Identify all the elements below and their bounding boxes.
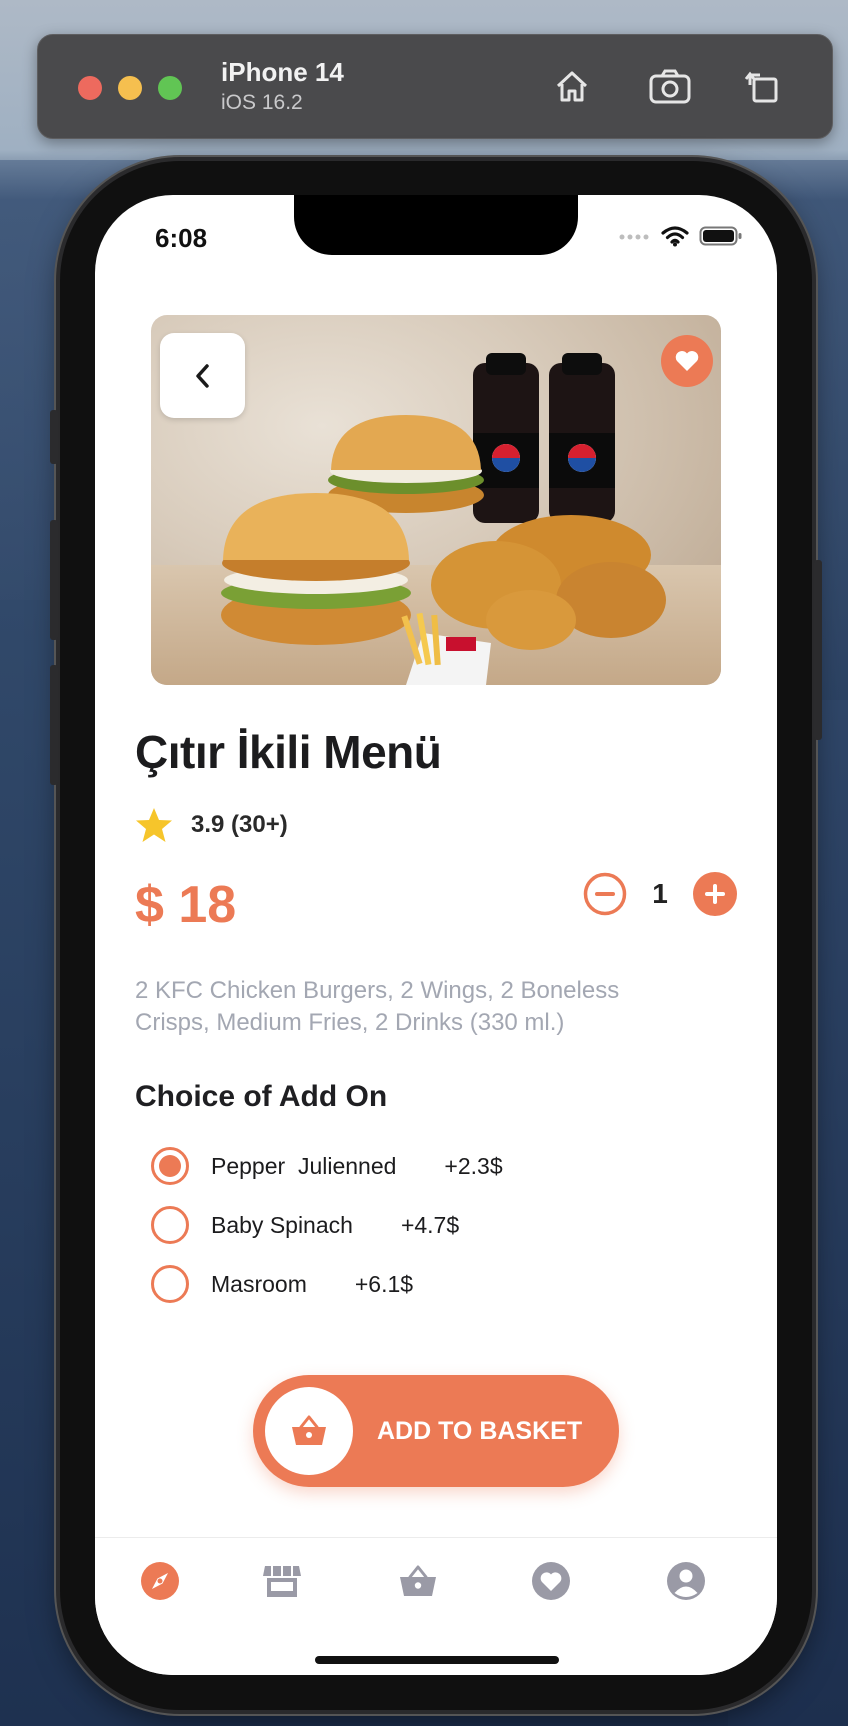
minimize-window-button[interactable] <box>118 76 142 100</box>
os-version: iOS 16.2 <box>221 91 303 114</box>
status-time: 6:08 <box>155 223 208 253</box>
addon-price: +4.7$ <box>400 1211 460 1238</box>
quantity-stepper: 1 <box>583 872 737 916</box>
close-window-button[interactable] <box>78 76 102 100</box>
addon-name: Pepper Julienned <box>211 1152 397 1179</box>
battery-icon <box>699 226 742 246</box>
addon-option[interactable]: Pepper Julienned +2.3$ <box>151 1147 503 1185</box>
screenshot-button[interactable] <box>646 63 694 111</box>
increase-quantity-button[interactable] <box>693 872 737 916</box>
screenshot-icon <box>649 69 691 104</box>
basket-icon-circle <box>265 1387 353 1475</box>
wifi-icon <box>661 226 689 247</box>
rotate-button[interactable] <box>738 63 786 111</box>
quantity-value: 1 <box>652 878 668 909</box>
radio-button-selected[interactable] <box>151 1147 189 1185</box>
home-icon <box>556 71 588 102</box>
store-icon <box>263 1566 301 1597</box>
profile-icon <box>667 1562 705 1600</box>
plus-circle-icon <box>693 872 737 916</box>
tab-bar <box>95 1537 777 1675</box>
basket-icon <box>292 1415 326 1445</box>
mute-switch <box>50 410 58 464</box>
status-icons <box>619 225 743 247</box>
home-indicator[interactable] <box>315 1656 559 1664</box>
volume-down-button <box>50 665 58 785</box>
addon-price: +6.1$ <box>354 1270 414 1297</box>
favorite-button[interactable] <box>661 335 713 387</box>
simulator-toolbar: iPhone 14 iOS 16.2 <box>37 34 833 139</box>
addon-name: Masroom <box>211 1270 307 1297</box>
home-button[interactable] <box>548 63 596 111</box>
heart-circle-icon <box>532 1562 570 1600</box>
addon-option[interactable]: Baby Spinach +4.7$ <box>151 1206 459 1244</box>
radio-dot <box>159 1155 181 1177</box>
product-title: Çıtır İkili Menü <box>135 726 442 778</box>
add-to-basket-button[interactable]: ADD TO BASKET <box>253 1375 619 1487</box>
volume-up-button <box>50 520 58 640</box>
tab-store[interactable] <box>261 1560 303 1602</box>
product-price: $ 18 <box>135 876 237 934</box>
device-name: iPhone 14 <box>221 57 344 87</box>
tab-basket[interactable] <box>397 1560 439 1602</box>
basket-icon <box>400 1565 436 1596</box>
chevron-left-icon <box>195 363 209 388</box>
product-image <box>151 315 721 685</box>
heart-icon <box>675 351 699 371</box>
addon-name: Baby Spinach <box>211 1211 353 1238</box>
radio-button[interactable] <box>151 1206 189 1244</box>
rotate-icon <box>744 71 778 103</box>
tab-favorites[interactable] <box>530 1560 572 1602</box>
tab-profile[interactable] <box>665 1560 707 1602</box>
minus-circle-icon <box>583 872 627 916</box>
addon-price: +2.3$ <box>444 1152 503 1179</box>
add-to-basket-label: ADD TO BASKET <box>377 1416 583 1445</box>
product-description: 2 KFC Chicken Burgers, 2 Wings, 2 Bonele… <box>135 977 620 1036</box>
decrease-quantity-button[interactable] <box>583 872 627 916</box>
compass-icon <box>141 1562 179 1600</box>
rating-text: 3.9 (30+) <box>191 811 288 838</box>
signal-icon <box>619 234 649 240</box>
addons-heading: Choice of Add On <box>135 1080 388 1113</box>
back-button[interactable] <box>160 333 245 418</box>
power-button <box>814 560 822 740</box>
phone-screen: 6:08 Çıtır İkili Menü 3.9 (30+) $ 18 1 2… <box>95 195 777 1675</box>
star-icon <box>136 808 172 842</box>
tab-explore[interactable] <box>139 1560 181 1602</box>
radio-button[interactable] <box>151 1265 189 1303</box>
rating: 3.9 (30+) <box>135 807 288 843</box>
notch <box>294 195 578 255</box>
zoom-window-button[interactable] <box>158 76 182 100</box>
addon-option[interactable]: Masroom +6.1$ <box>151 1265 413 1303</box>
